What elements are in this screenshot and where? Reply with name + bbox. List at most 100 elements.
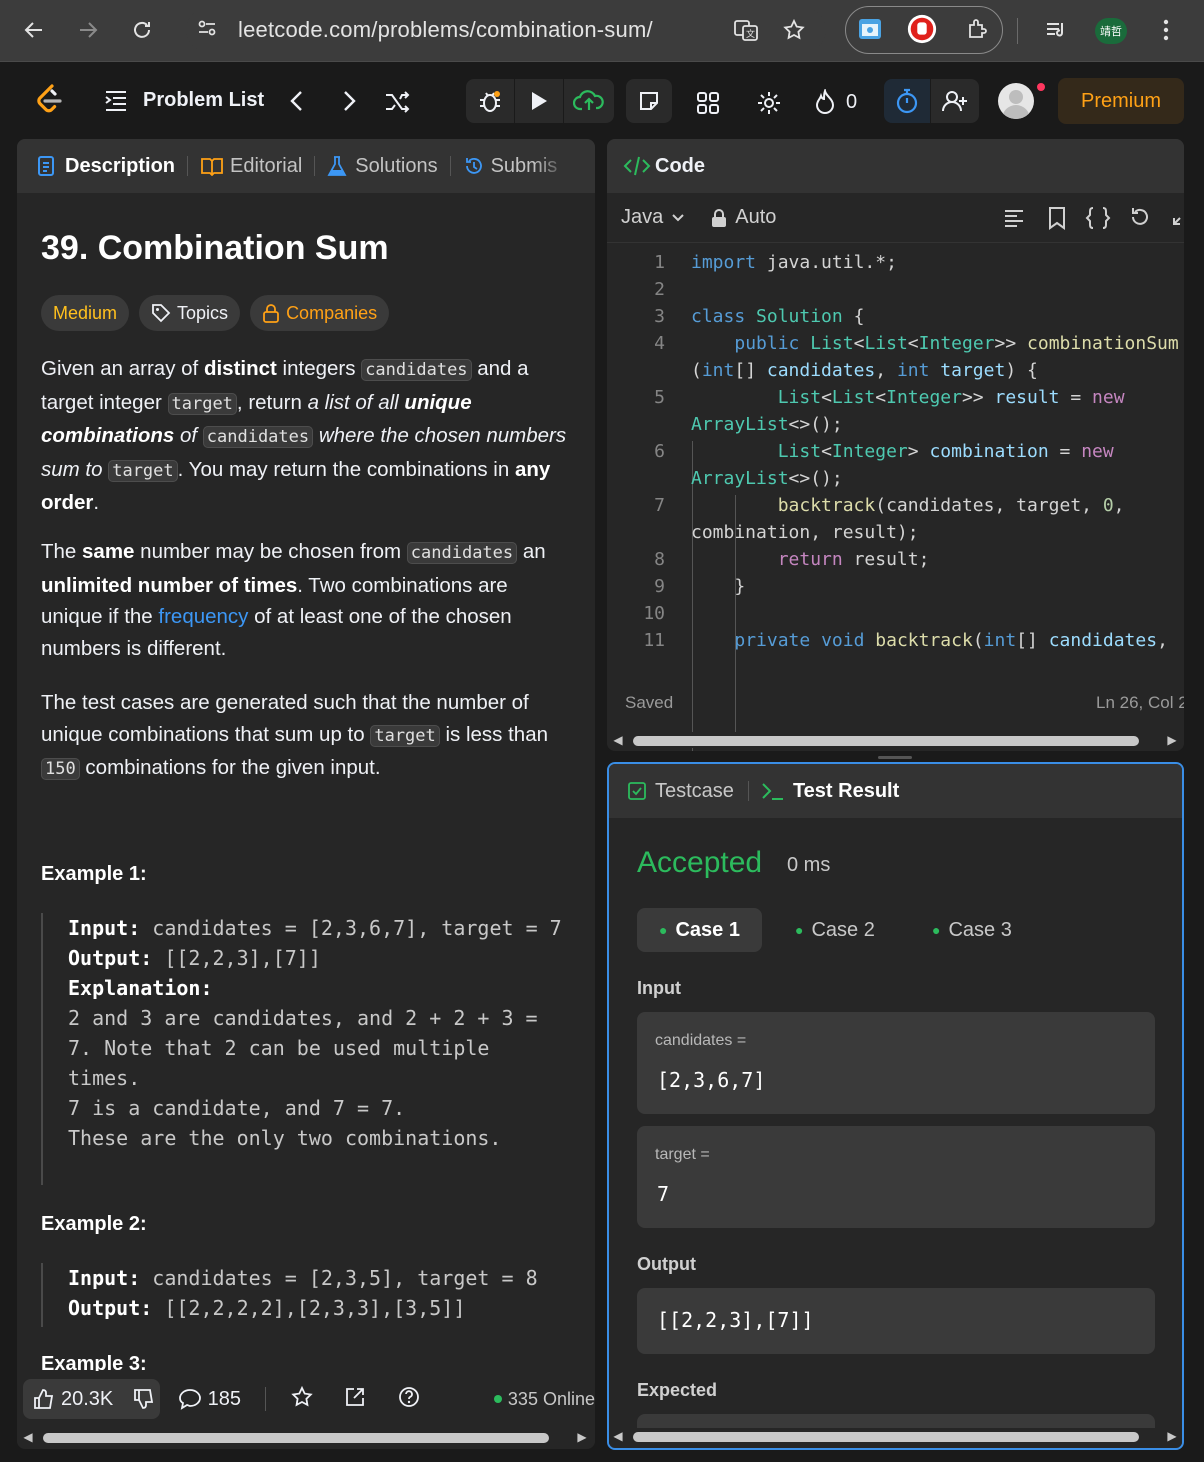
premium-button[interactable]: Premium bbox=[1058, 78, 1184, 124]
scroll-right-icon[interactable]: ▶ bbox=[1165, 1428, 1179, 1444]
notification-dot bbox=[1037, 83, 1045, 91]
topics-chip[interactable]: Topics bbox=[139, 295, 241, 331]
auto-mode[interactable]: Auto bbox=[711, 206, 776, 229]
case-tab-2[interactable]: ● Case 2 bbox=[773, 908, 897, 952]
translate-icon[interactable]: 文 bbox=[730, 14, 762, 46]
back-icon[interactable] bbox=[18, 14, 50, 46]
like-count: 20.3K bbox=[61, 1387, 114, 1410]
stopwatch-icon bbox=[896, 88, 918, 114]
user-avatar[interactable] bbox=[998, 83, 1034, 119]
case-tab-3[interactable]: ● Case 3 bbox=[910, 908, 1034, 952]
companies-label: Companies bbox=[286, 302, 378, 323]
tab-solutions[interactable]: Solutions bbox=[315, 139, 449, 193]
reading-list-icon[interactable] bbox=[1040, 14, 1072, 46]
bookmark-star-icon[interactable] bbox=[778, 14, 810, 46]
tab-editorial[interactable]: Editorial bbox=[188, 139, 314, 193]
reload-icon[interactable] bbox=[126, 14, 158, 46]
code-line: 1 import java.util.*; bbox=[654, 252, 897, 273]
layout-grid-icon[interactable] bbox=[696, 91, 720, 120]
submit-button[interactable] bbox=[564, 79, 614, 123]
case-tab-1[interactable]: ● Case 1 bbox=[637, 908, 762, 952]
chevron-down-icon bbox=[672, 213, 684, 221]
tab-description[interactable]: Description bbox=[17, 139, 187, 193]
editor-toolbar: Java Auto bbox=[607, 193, 1184, 243]
adblock-icon[interactable] bbox=[906, 13, 938, 45]
save-status: Saved bbox=[625, 693, 674, 712]
cloud-upload-icon bbox=[573, 90, 604, 111]
next-problem-icon[interactable] bbox=[340, 89, 358, 118]
braces-icon[interactable] bbox=[1085, 206, 1111, 236]
book-icon bbox=[201, 158, 223, 176]
run-button[interactable] bbox=[515, 79, 563, 123]
companies-chip[interactable]: Companies bbox=[250, 295, 390, 331]
timer-button[interactable] bbox=[884, 79, 930, 123]
frequency-link[interactable]: frequency bbox=[158, 605, 248, 628]
help-icon[interactable] bbox=[398, 1386, 420, 1413]
streak-count: 0 bbox=[846, 91, 858, 113]
input-target-box: target = 7 bbox=[637, 1126, 1155, 1228]
scroll-right-icon[interactable]: ▶ bbox=[575, 1429, 589, 1445]
shuffle-icon[interactable] bbox=[384, 90, 412, 119]
scrollbar-thumb[interactable] bbox=[43, 1433, 549, 1443]
scroll-left-icon[interactable]: ◀ bbox=[21, 1429, 35, 1445]
input-candidates-box: candidates = [2,3,6,7] bbox=[637, 1012, 1155, 1114]
notes-button[interactable] bbox=[626, 79, 672, 123]
terminal-icon bbox=[762, 783, 783, 800]
extension-screen-icon[interactable] bbox=[854, 13, 886, 45]
like-button[interactable]: 20.3K bbox=[23, 1379, 124, 1419]
leetcode-logo-icon[interactable] bbox=[34, 83, 66, 122]
problem-list-icon[interactable] bbox=[104, 89, 128, 116]
reset-icon[interactable] bbox=[1129, 206, 1151, 234]
tab-divider bbox=[747, 781, 749, 801]
statement-paragraph-3: The test cases are generated such that t… bbox=[41, 691, 549, 780]
topics-label: Topics bbox=[177, 302, 229, 323]
code-editor[interactable]: 1 import java.util.*; 2 3 class Solution {… bbox=[607, 249, 1184, 751]
scrollbar-thumb[interactable] bbox=[633, 736, 1139, 746]
input-name: candidates = bbox=[655, 1032, 747, 1049]
example-2-block: Input: candidates = [2,3,5], target = 8 … bbox=[41, 1263, 571, 1327]
output-box: [[2,2,3],[7]] bbox=[637, 1288, 1155, 1354]
scrollbar-thumb[interactable] bbox=[633, 1432, 1139, 1442]
left-tab-bar: Description Editorial Solutions Submis bbox=[17, 139, 595, 193]
tab-submissions[interactable]: Submis bbox=[451, 139, 570, 193]
scroll-right-icon[interactable]: ▶ bbox=[1165, 732, 1179, 748]
expand-icon[interactable] bbox=[1171, 207, 1184, 233]
dislike-button[interactable] bbox=[123, 1379, 160, 1419]
checkbox-icon bbox=[628, 782, 646, 800]
profile-avatar[interactable]: 靖哲 bbox=[1095, 18, 1127, 44]
panel-resize-handle[interactable] bbox=[878, 756, 912, 759]
language-select[interactable]: Java bbox=[621, 206, 685, 229]
scroll-left-icon[interactable]: ◀ bbox=[611, 732, 625, 748]
format-icon[interactable] bbox=[1003, 207, 1025, 235]
bookmark-icon[interactable] bbox=[1047, 206, 1067, 236]
favorite-star-icon[interactable] bbox=[290, 1385, 314, 1414]
debug-button[interactable] bbox=[466, 79, 514, 123]
toolbar-divider bbox=[1017, 18, 1018, 44]
tab-testcase[interactable]: Testcase bbox=[627, 780, 734, 803]
tab-submissions-label: Submis bbox=[490, 154, 558, 177]
input-value: 7 bbox=[657, 1182, 670, 1206]
extensions-puzzle-icon[interactable] bbox=[962, 13, 994, 45]
forward-icon[interactable] bbox=[72, 14, 104, 46]
invite-user-button[interactable] bbox=[931, 79, 979, 123]
play-icon bbox=[532, 92, 547, 110]
streak-flame-icon[interactable] bbox=[814, 87, 836, 120]
description-horizontal-scrollbar[interactable]: ◀ ▶ bbox=[17, 1429, 595, 1445]
code-line: ArrayList<>(); bbox=[691, 414, 843, 435]
comments-button[interactable]: 185 bbox=[178, 1388, 241, 1411]
site-settings-icon[interactable] bbox=[196, 17, 220, 44]
problem-list-label[interactable]: Problem List bbox=[143, 89, 264, 112]
code-line: 9 } bbox=[654, 576, 746, 597]
result-horizontal-scrollbar[interactable]: ◀ ▶ bbox=[609, 1428, 1182, 1444]
editor-horizontal-scrollbar[interactable]: ◀ ▶ bbox=[607, 732, 1184, 748]
input-label: Input bbox=[637, 978, 681, 998]
scroll-left-icon[interactable]: ◀ bbox=[611, 1428, 625, 1444]
code-line: 2 bbox=[654, 279, 665, 300]
settings-gear-icon[interactable] bbox=[756, 90, 782, 121]
tab-test-result[interactable]: Test Result bbox=[761, 780, 899, 803]
thumbs-up-icon bbox=[34, 1389, 54, 1409]
prev-problem-icon[interactable] bbox=[288, 89, 306, 118]
kebab-menu-icon[interactable] bbox=[1150, 14, 1182, 46]
online-dot bbox=[493, 1395, 502, 1403]
share-icon[interactable] bbox=[344, 1386, 366, 1413]
